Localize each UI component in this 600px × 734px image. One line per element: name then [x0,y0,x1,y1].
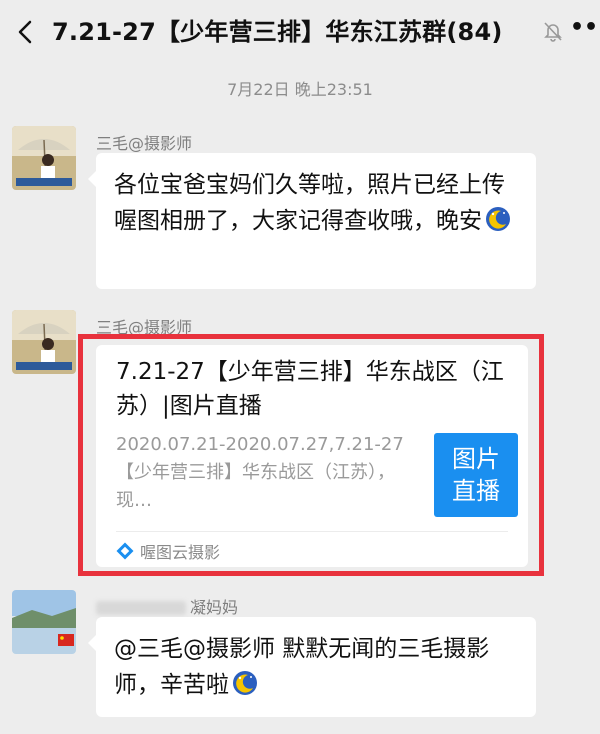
avatar[interactable] [12,310,76,374]
message-timestamp: 7月22日 晚上23:51 [227,80,373,99]
sender-name: 三毛@摄影师 [96,134,193,153]
avatar[interactable] [12,590,76,654]
message-text: @三毛@摄影师 默默无闻的三毛摄影师，辛苦啦 [114,636,490,698]
sender-name-suffix: 凝妈妈 [190,598,239,617]
blurred-name [96,601,186,615]
message-bubble[interactable]: 各位宝爸宝妈们久等啦，照片已经上传喔图相册了，大家记得查收哦，晚安 [88,153,536,289]
sender-name: 凝妈妈 [96,594,238,618]
more-options-icon[interactable]: •• [570,16,598,44]
chat-title: 7.21-27【少年营三排】华东江苏群(84) [52,18,503,46]
chat-header: 7.21-27【少年营三排】华东江苏群(84) •• [0,0,600,66]
avatar[interactable] [12,126,76,190]
moon-emoji-icon [486,207,510,231]
mute-bell-icon [544,22,562,42]
message-text: 各位宝爸宝妈们久等啦，照片已经上传喔图相册了，大家记得查收哦，晚安 [114,172,505,234]
moon-emoji-icon [233,671,257,695]
highlight-box [78,334,544,576]
back-arrow-icon[interactable] [12,18,40,46]
message-bubble[interactable]: @三毛@摄影师 默默无闻的三毛摄影师，辛苦啦 [88,617,536,717]
